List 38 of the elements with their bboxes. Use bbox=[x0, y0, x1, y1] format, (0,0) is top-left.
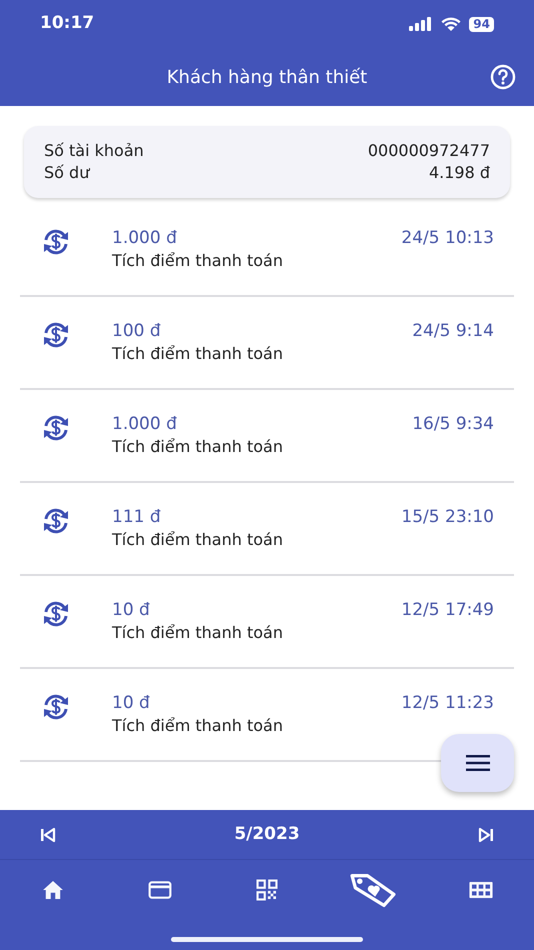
account-number-label: Số tài khoản bbox=[44, 140, 144, 162]
transaction-time: 16/5 9:34 bbox=[412, 413, 494, 436]
status-time: 10:17 bbox=[40, 12, 94, 36]
month-label: 5/2023 bbox=[234, 822, 300, 846]
account-number: 000000972477 bbox=[368, 140, 490, 162]
menu-button[interactable] bbox=[441, 734, 514, 792]
home-icon bbox=[42, 880, 64, 900]
grid-icon bbox=[468, 882, 492, 898]
card-icon bbox=[148, 881, 172, 899]
transaction-amount: 111 đ bbox=[112, 506, 162, 529]
transaction-time: 24/5 10:13 bbox=[401, 227, 494, 250]
transaction-amount: 1.000 đ bbox=[112, 413, 178, 436]
transaction-amount: 10 đ bbox=[112, 692, 151, 715]
wifi-icon bbox=[441, 17, 462, 31]
last-page-icon[interactable] bbox=[478, 826, 494, 842]
transaction-description: Tích điểm thanh toán bbox=[112, 715, 284, 737]
menu-icon bbox=[466, 755, 490, 771]
transaction-description: Tích điểm thanh toán bbox=[112, 436, 284, 458]
first-page-icon[interactable] bbox=[40, 826, 56, 842]
help-icon[interactable] bbox=[490, 64, 516, 90]
transaction-amount: 10 đ bbox=[112, 599, 151, 622]
balance-value: 4.198 đ bbox=[428, 162, 490, 184]
transaction-description: Tích điểm thanh toán bbox=[112, 250, 284, 272]
transaction-time: 24/5 9:14 bbox=[412, 320, 494, 343]
tag-heart-icon bbox=[350, 872, 398, 908]
transaction-amount: 100 đ bbox=[112, 320, 162, 343]
qr-code-icon bbox=[256, 879, 278, 901]
page-title: Khách hàng thân thiết bbox=[166, 66, 368, 90]
transaction-time: 15/5 23:10 bbox=[401, 506, 494, 529]
transaction-time: 12/5 17:49 bbox=[401, 599, 494, 622]
signal-icon bbox=[409, 17, 434, 31]
balance-label: Số dư bbox=[44, 162, 90, 184]
transaction-description: Tích điểm thanh toán bbox=[112, 622, 284, 644]
battery-level: 94 bbox=[469, 16, 494, 32]
transaction-description: Tích điểm thanh toán bbox=[112, 529, 284, 551]
transaction-description: Tích điểm thanh toán bbox=[112, 343, 284, 365]
transaction-amount: 1.000 đ bbox=[112, 227, 178, 250]
transaction-time: 12/5 11:23 bbox=[401, 692, 494, 715]
